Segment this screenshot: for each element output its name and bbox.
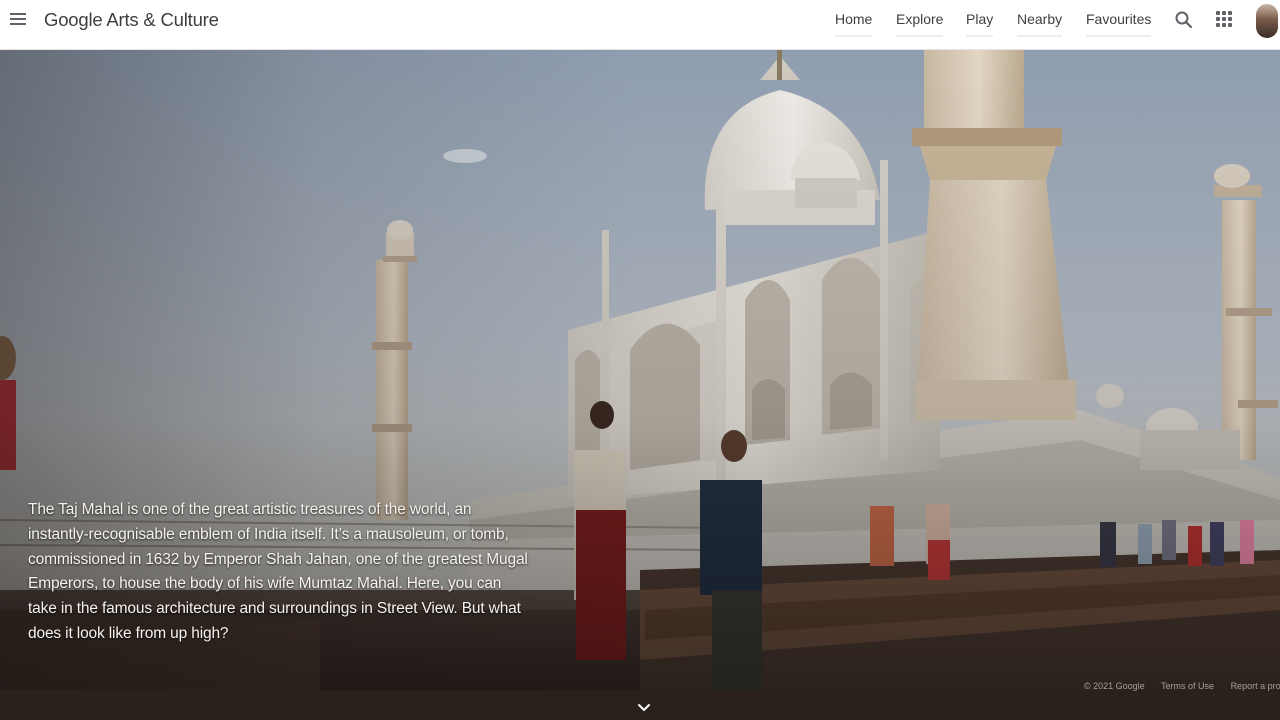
description-line: Emperors, to house the body of his wife … bbox=[28, 575, 502, 593]
top-bar: Google Arts & Culture Home Explore Play … bbox=[0, 0, 1280, 50]
copyright-text: © 2021 Google bbox=[1084, 681, 1145, 691]
apps-grid-icon[interactable] bbox=[1216, 11, 1234, 29]
avatar[interactable] bbox=[1256, 4, 1278, 38]
map-credit: © 2021 Google Terms of Use Report a prob… bbox=[1084, 681, 1280, 691]
nav-nearby[interactable]: Nearby bbox=[1017, 11, 1063, 37]
description-line: does it look like from up high? bbox=[28, 624, 229, 642]
description-line: take in the famous architecture and surr… bbox=[28, 600, 521, 618]
search-icon[interactable] bbox=[1174, 10, 1194, 30]
nav-play[interactable]: Play bbox=[966, 11, 994, 37]
logo[interactable]: Google Arts & Culture bbox=[44, 9, 219, 31]
nav-favourites[interactable]: Favourites bbox=[1086, 11, 1152, 37]
hero-description: The Taj Mahal is one of the great artist… bbox=[28, 498, 548, 647]
report-link[interactable]: Report a problem bbox=[1231, 681, 1280, 691]
hero-image: The Taj Mahal is one of the great artist… bbox=[0, 50, 1280, 720]
description-line: The Taj Mahal is one of the great artist… bbox=[28, 501, 472, 518]
logo-google: Google bbox=[44, 9, 103, 30]
terms-link[interactable]: Terms of Use bbox=[1161, 681, 1214, 691]
nav-explore[interactable]: Explore bbox=[896, 11, 944, 37]
description-line: instantly-recognisable emblem of India i… bbox=[28, 525, 509, 543]
description-line: commissioned in 1632 by Emperor Shah Jah… bbox=[28, 550, 528, 568]
menu-icon[interactable] bbox=[8, 10, 28, 30]
chevron-down-icon[interactable] bbox=[634, 698, 654, 718]
nav-home[interactable]: Home bbox=[835, 11, 873, 37]
logo-product: Arts & Culture bbox=[106, 9, 219, 30]
